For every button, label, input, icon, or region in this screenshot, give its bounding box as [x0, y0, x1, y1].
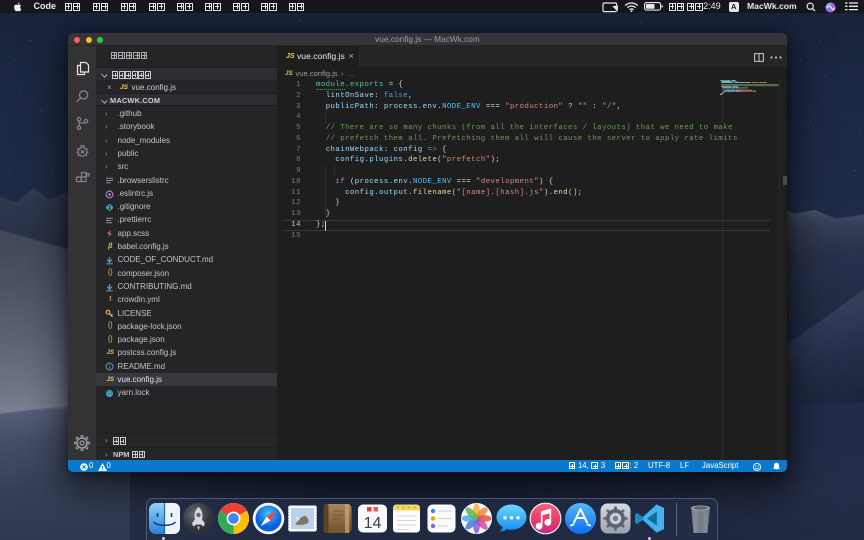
svg-text:14: 14	[363, 515, 381, 532]
